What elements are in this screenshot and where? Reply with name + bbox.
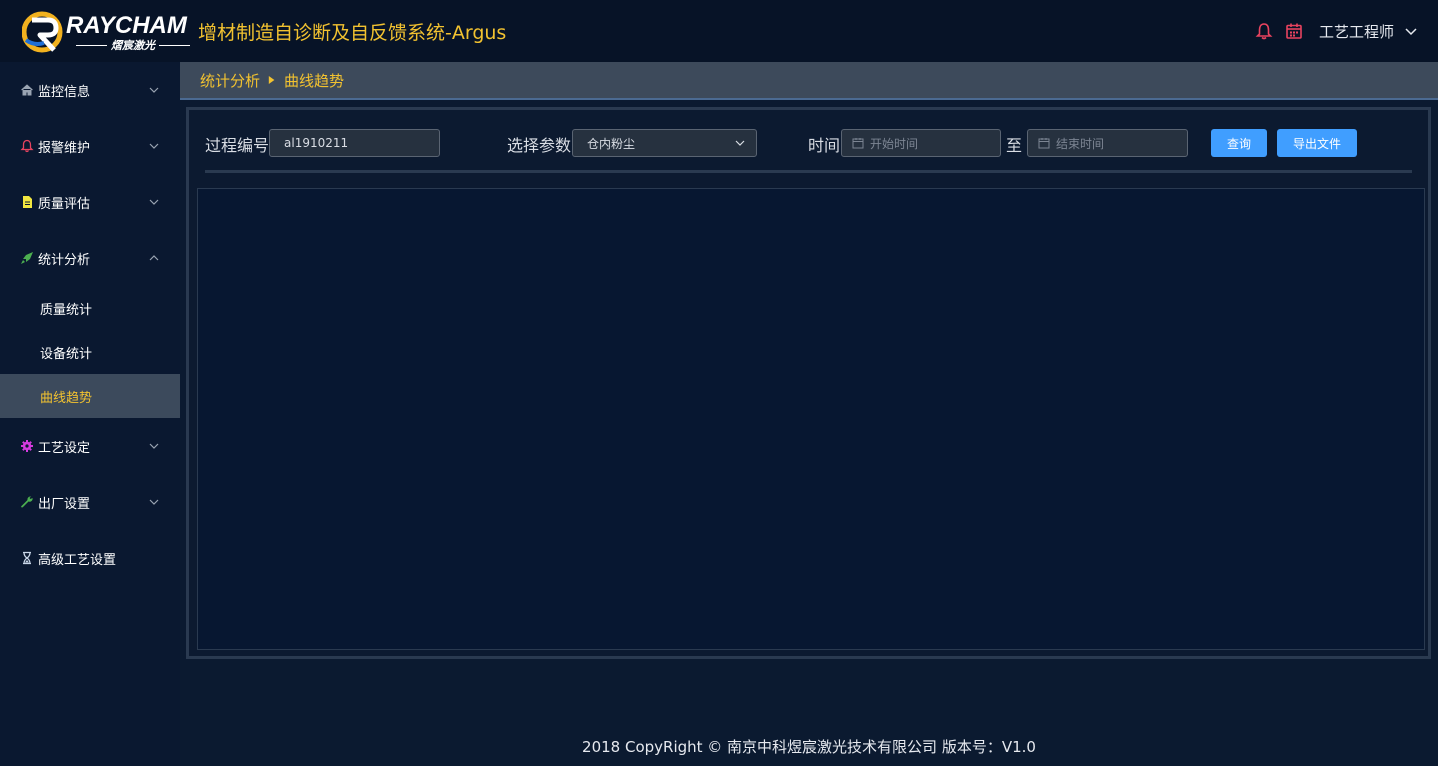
sidebar-subitem-curve-trend[interactable]: 曲线趋势: [0, 374, 180, 418]
raycham-logo-icon: [22, 11, 63, 53]
hourglass-icon: [20, 551, 34, 565]
start-time-input[interactable]: 开始时间: [841, 129, 1001, 157]
param-select[interactable]: 仓内粉尘: [572, 129, 757, 157]
sidebar: 监控信息 报警维护 质量评估 统计分析 质量统计 设备统计 曲线趋势 工艺设定: [0, 62, 180, 766]
sidebar-item-advanced-settings[interactable]: 高级工艺设置: [0, 530, 180, 586]
brand-subtitle: 熠宸激光: [72, 38, 194, 52]
user-role-name[interactable]: 工艺工程师: [1319, 21, 1394, 42]
query-button[interactable]: 查询: [1211, 129, 1267, 157]
breadcrumb: 统计分析 曲线趋势: [180, 62, 1438, 100]
chevron-down-icon: [149, 87, 159, 93]
notification-bell-icon[interactable]: [1255, 22, 1273, 40]
home-icon: [20, 83, 34, 97]
calendar-icon: [852, 138, 864, 149]
sidebar-item-label: 质量评估: [38, 196, 91, 212]
app-title: 增材制造自诊断及自反馈系统-Argus: [198, 22, 507, 44]
caret-right-icon: [268, 74, 276, 86]
sidebar-item-statistics[interactable]: 统计分析: [0, 230, 180, 286]
document-icon: [20, 195, 34, 209]
chevron-down-icon[interactable]: [1404, 24, 1418, 38]
filter-row: 过程编号 al1910211 选择参数 仓内粉尘 时间 开始时间 至 结束时间 …: [205, 126, 1415, 160]
end-time-placeholder: 结束时间: [1056, 136, 1105, 151]
filter-divider: [205, 170, 1412, 173]
time-label: 时间: [808, 136, 841, 155]
sidebar-subitem-device-stats[interactable]: 设备统计: [0, 330, 180, 374]
sidebar-item-label: 出厂设置: [38, 496, 91, 512]
chevron-down-icon: [149, 199, 159, 205]
calendar-icon: [1038, 138, 1050, 149]
start-time-placeholder: 开始时间: [870, 136, 919, 151]
sidebar-subitem-quality-stats[interactable]: 质量统计: [0, 286, 180, 330]
sidebar-item-label: 高级工艺设置: [38, 552, 117, 568]
company-logo: RAYCHAM 熠宸激光: [22, 10, 194, 54]
chevron-up-icon: [149, 255, 159, 261]
process-id-label: 过程编号: [205, 136, 270, 155]
sidebar-item-label: 监控信息: [38, 84, 91, 100]
header-user-area: 工艺工程师: [1255, 0, 1418, 62]
chevron-down-icon: [149, 443, 159, 449]
calendar-icon[interactable]: [1285, 22, 1303, 40]
curve-trend-panel: 过程编号 al1910211 选择参数 仓内粉尘 时间 开始时间 至 结束时间 …: [186, 107, 1431, 659]
wrench-icon: [20, 495, 34, 509]
sidebar-item-label: 统计分析: [38, 252, 91, 268]
breadcrumb-current: 曲线趋势: [284, 71, 345, 90]
sidebar-item-monitoring[interactable]: 监控信息: [0, 62, 180, 118]
footer-copyright: 2018 CopyRight © 南京中科煜宸激光技术有限公司 版本号：V1.0: [582, 738, 1036, 756]
chevron-down-icon: [735, 140, 745, 146]
sidebar-item-label: 工艺设定: [38, 440, 91, 456]
sidebar-item-quality[interactable]: 质量评估: [0, 174, 180, 230]
gear-icon: [20, 439, 34, 453]
rocket-icon: [20, 251, 34, 265]
end-time-input[interactable]: 结束时间: [1027, 129, 1188, 157]
param-select-value: 仓内粉尘: [587, 136, 636, 151]
sidebar-item-process-settings[interactable]: 工艺设定: [0, 418, 180, 474]
process-id-input[interactable]: al1910211: [269, 129, 440, 157]
bell-icon: [20, 139, 34, 153]
chart-area: [197, 188, 1425, 650]
top-header: RAYCHAM 熠宸激光 增材制造自诊断及自反馈系统-Argus 工艺工程师: [0, 0, 1438, 62]
to-label: 至: [1006, 136, 1023, 155]
chevron-down-icon: [149, 499, 159, 505]
sidebar-item-label: 报警维护: [38, 140, 91, 156]
sidebar-item-alarm[interactable]: 报警维护: [0, 118, 180, 174]
chevron-down-icon: [149, 143, 159, 149]
param-label: 选择参数: [507, 136, 572, 155]
breadcrumb-parent[interactable]: 统计分析: [200, 70, 260, 91]
export-file-button[interactable]: 导出文件: [1277, 129, 1357, 157]
brand-name: RAYCHAM: [66, 12, 187, 39]
sidebar-item-factory-settings[interactable]: 出厂设置: [0, 474, 180, 530]
